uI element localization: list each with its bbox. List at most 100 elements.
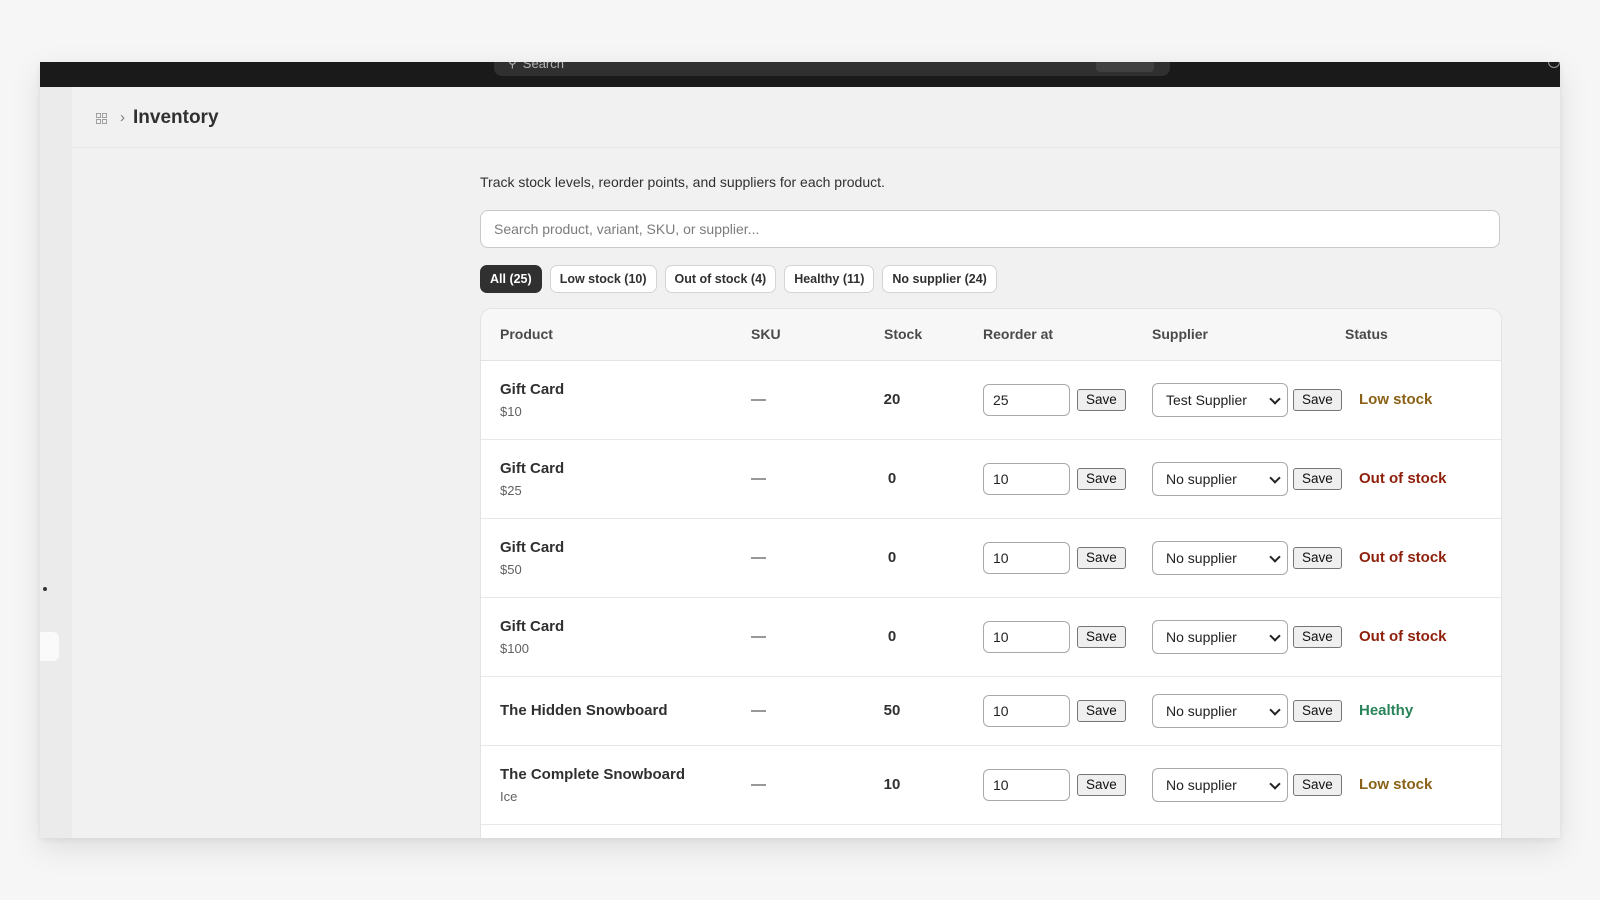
product-name: Gift Card bbox=[500, 380, 565, 398]
page-header: › Inventory bbox=[72, 87, 1560, 148]
reorder-input[interactable] bbox=[983, 694, 1070, 727]
table-row: Gift Card $50 — 0 Save No supplier Save Out of … bbox=[481, 518, 1501, 598]
chevron-down-icon bbox=[1269, 777, 1281, 790]
sku-value: — bbox=[751, 702, 766, 719]
product-cell: Gift Card $100 bbox=[500, 597, 564, 676]
filter-chip[interactable]: Healthy (11) bbox=[784, 265, 875, 293]
status-label: Out of stock bbox=[1359, 470, 1447, 487]
save-supplier-button[interactable]: Save bbox=[1293, 388, 1342, 411]
save-reorder-button[interactable]: Save bbox=[1077, 699, 1126, 722]
reorder-input[interactable] bbox=[983, 383, 1070, 416]
save-reorder-button[interactable]: Save bbox=[1077, 546, 1126, 569]
nav-dot-icon bbox=[43, 587, 47, 591]
table-row: Gift Card $10 — 20 Save Test Supplier Save Low … bbox=[481, 360, 1501, 440]
supplier-value: No supplier bbox=[1166, 470, 1237, 487]
chevron-down-icon bbox=[1269, 703, 1281, 716]
supplier-value: No supplier bbox=[1166, 776, 1237, 793]
column-header-product: Product bbox=[500, 326, 553, 342]
supplier-value: No supplier bbox=[1166, 702, 1237, 719]
supplier-select[interactable]: No supplier bbox=[1152, 693, 1288, 728]
sku-value: — bbox=[751, 391, 766, 408]
account-icon[interactable] bbox=[1548, 62, 1560, 68]
product-cell: The Hidden Snowboard bbox=[500, 676, 668, 745]
product-name: Gift Card bbox=[500, 459, 565, 477]
filter-chip[interactable]: Out of stock (4) bbox=[664, 265, 777, 293]
status-label: Out of stock bbox=[1359, 549, 1447, 566]
reorder-input[interactable] bbox=[983, 541, 1070, 574]
status-label: Low stock bbox=[1359, 391, 1433, 408]
reorder-input[interactable] bbox=[983, 462, 1070, 495]
variant-name: $50 bbox=[500, 561, 522, 577]
save-supplier-button[interactable]: Save bbox=[1293, 773, 1342, 796]
status-label: Healthy bbox=[1359, 702, 1414, 719]
chevron-down-icon bbox=[1269, 629, 1281, 642]
save-reorder-button[interactable]: Save bbox=[1077, 388, 1126, 411]
inventory-app-icon[interactable] bbox=[96, 113, 107, 124]
save-supplier-button[interactable]: Save bbox=[1293, 625, 1342, 648]
stock-value: 0 bbox=[887, 628, 897, 645]
column-header-reorder: Reorder at bbox=[983, 326, 1054, 342]
supplier-select[interactable]: No supplier bbox=[1152, 461, 1288, 496]
save-supplier-button[interactable]: Save bbox=[1293, 699, 1342, 722]
reorder-input[interactable] bbox=[983, 620, 1070, 653]
search-input[interactable] bbox=[480, 210, 1500, 248]
supplier-value: Test Supplier bbox=[1166, 391, 1247, 408]
variant-name: $100 bbox=[500, 640, 529, 656]
save-supplier-button[interactable]: Save bbox=[1293, 467, 1342, 490]
variant-name: $25 bbox=[500, 482, 522, 498]
filter-chips: All (25) Low stock (10) Out of stock (4) He… bbox=[480, 265, 997, 293]
sku-value: — bbox=[751, 628, 766, 645]
supplier-value: No supplier bbox=[1166, 628, 1237, 645]
side-nav bbox=[40, 87, 72, 838]
sku-value: — bbox=[751, 549, 766, 566]
status-label: Low stock bbox=[1359, 776, 1433, 793]
nav-collapsed-item[interactable] bbox=[40, 632, 59, 661]
app-window: ⚲ Search › Inventory Track stock levels,… bbox=[40, 62, 1560, 838]
global-search-placeholder: Search bbox=[522, 62, 564, 71]
product-cell: Gift Card $50 bbox=[500, 518, 564, 597]
page-description: Track stock levels, reorder points, and … bbox=[480, 174, 885, 190]
variant-name: Ice bbox=[500, 788, 518, 804]
product-name: The Hidden Snowboard bbox=[500, 701, 668, 719]
variant-name: $10 bbox=[500, 403, 522, 419]
chevron-down-icon bbox=[1269, 392, 1281, 405]
sku-value: — bbox=[751, 776, 766, 793]
product-name: Gift Card bbox=[500, 617, 565, 635]
supplier-select[interactable]: No supplier bbox=[1152, 619, 1288, 654]
chevron-down-icon bbox=[1269, 471, 1281, 484]
product-cell: Gift Card $10 bbox=[500, 360, 564, 439]
stock-value: 10 bbox=[883, 776, 901, 793]
supplier-select[interactable]: No supplier bbox=[1152, 540, 1288, 575]
column-header-supplier: Supplier bbox=[1152, 326, 1209, 342]
global-search[interactable]: ⚲ Search bbox=[494, 62, 1170, 76]
stock-value: 0 bbox=[887, 470, 897, 487]
inventory-table: Product SKU Stock Reorder at Supplier St… bbox=[480, 308, 1502, 838]
sku-value: — bbox=[751, 470, 766, 487]
save-supplier-button[interactable]: Save bbox=[1293, 546, 1342, 569]
chevron-down-icon bbox=[1269, 550, 1281, 563]
table-header: Product SKU Stock Reorder at Supplier St… bbox=[481, 309, 1501, 361]
table-row: Gift Card $25 — 0 Save No supplier Save Out of … bbox=[481, 439, 1501, 519]
supplier-select[interactable]: Test Supplier bbox=[1152, 382, 1288, 417]
save-reorder-button[interactable]: Save bbox=[1077, 773, 1126, 796]
reorder-input[interactable] bbox=[983, 768, 1070, 801]
main-area: › Inventory Track stock levels, reorder … bbox=[72, 87, 1560, 838]
filter-chip[interactable]: No supplier (24) bbox=[882, 265, 997, 293]
product-name: The Complete Snowboard bbox=[500, 765, 686, 783]
filter-chip[interactable]: All (25) bbox=[480, 265, 542, 293]
product-cell: The Complete Snowboard Ice bbox=[500, 745, 685, 824]
top-bar: ⚲ Search bbox=[40, 62, 1560, 87]
chevron-right-icon: › bbox=[120, 109, 125, 126]
stock-value: 20 bbox=[883, 391, 901, 408]
filter-chip[interactable]: Low stock (10) bbox=[549, 265, 657, 293]
supplier-select[interactable]: No supplier bbox=[1152, 767, 1288, 802]
table-row: The Complete Snowboard Ice — 10 Save No suppl… bbox=[481, 745, 1501, 825]
status-label: Out of stock bbox=[1359, 628, 1447, 645]
search-icon: ⚲ bbox=[508, 62, 517, 70]
product-name: Gift Card bbox=[500, 538, 565, 556]
save-reorder-button[interactable]: Save bbox=[1077, 625, 1126, 648]
table-row: Gift Card $100 — 0 Save No supplier Save Out of… bbox=[481, 597, 1501, 677]
save-reorder-button[interactable]: Save bbox=[1077, 467, 1126, 490]
stock-value: 50 bbox=[883, 702, 901, 719]
page-title: Inventory bbox=[133, 107, 219, 128]
